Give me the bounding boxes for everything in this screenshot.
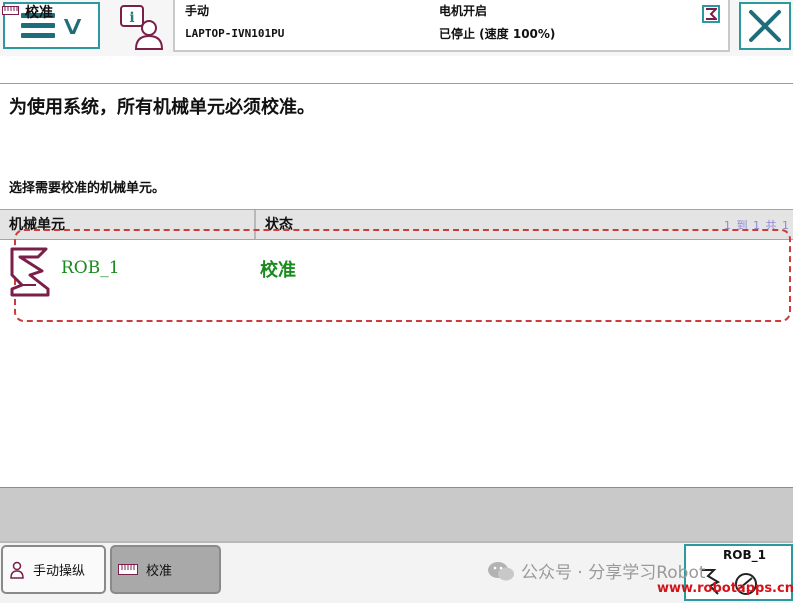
mode-text: 手动	[185, 4, 210, 18]
close-button[interactable]	[739, 2, 791, 50]
wechat-icon	[488, 561, 514, 580]
close-icon	[749, 10, 781, 42]
calibration-status: 校准	[260, 260, 296, 281]
command-bar	[0, 487, 793, 541]
svg-text:i: i	[129, 10, 134, 26]
task-jogging[interactable]: 手动操纵	[1, 545, 106, 594]
chevron-down-icon: ∨	[59, 10, 86, 41]
jogging-icon	[10, 561, 24, 579]
task-calibration-label: 校准	[146, 564, 173, 579]
task-jogging-label: 手动操纵	[33, 564, 86, 579]
system-name: LAPTOP-IVN101PU	[185, 27, 285, 40]
status-panel[interactable]: 手动 LAPTOP-IVN101PU 电机开启 已停止 (速度 100%)	[173, 0, 730, 52]
calibration-icon	[118, 564, 138, 575]
instruction-subheading: 选择需要校准的机械单元。	[9, 181, 166, 196]
task-calibration[interactable]: 校准	[110, 545, 221, 594]
robot-unit-icon	[10, 247, 50, 297]
page-title: 校准	[25, 5, 53, 21]
motors-state: 电机开启	[439, 4, 488, 18]
selection-highlight	[14, 229, 791, 322]
program-state: 已停止 (速度 100%)	[439, 27, 556, 41]
title-bar	[0, 57, 793, 84]
program-status-icon	[702, 5, 720, 23]
calibration-icon	[2, 6, 19, 15]
mechanical-unit-name: ROB_1	[61, 258, 120, 278]
watermark: 公众号 · 分享学习Robot	[487, 558, 706, 583]
instruction-heading: 为使用系统，所有机械单元必须校准。	[9, 97, 315, 118]
quickset-unit-label: ROB_1	[723, 548, 766, 562]
event-log-icon[interactable]: i	[118, 3, 164, 51]
watermark-text: 公众号 · 分享学习Robot	[521, 563, 706, 583]
site-watermark: www.robotapps.cn	[657, 581, 793, 596]
